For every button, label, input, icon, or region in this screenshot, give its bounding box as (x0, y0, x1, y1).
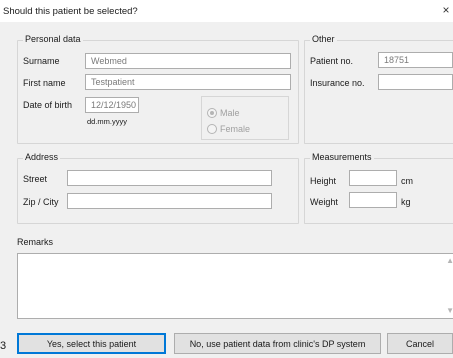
patient-no-label: Patient no. (310, 56, 354, 66)
radio-male[interactable] (207, 108, 217, 118)
close-icon[interactable]: × (441, 4, 451, 16)
scroll-up-icon[interactable]: ▲ (446, 257, 453, 265)
patient-select-dialog: Should this patient be selected? × Perso… (0, 0, 453, 358)
personal-data-title: Personal data (23, 34, 83, 44)
cancel-button[interactable]: Cancel (387, 333, 453, 354)
dob-format-hint: dd.mm.yyyy (87, 117, 128, 126)
height-unit: cm (401, 176, 413, 186)
weight-label: Weight (310, 197, 338, 207)
gender-female-label: Female (220, 124, 251, 134)
patient-no-field[interactable]: 18751 (378, 52, 453, 68)
insurance-no-field[interactable] (378, 74, 453, 90)
height-field[interactable] (349, 170, 397, 186)
radio-female[interactable] (207, 124, 217, 134)
gender-male-option[interactable]: Male (207, 108, 240, 118)
select-patient-button[interactable]: Yes, select this patient (17, 333, 166, 354)
firstname-label: First name (23, 78, 66, 88)
zip-city-field[interactable] (67, 193, 272, 209)
other-title: Other (310, 34, 337, 44)
title-bar: Should this patient be selected? × (0, 0, 453, 22)
dialog-title: Should this patient be selected? (3, 5, 138, 17)
zip-city-label: Zip / City (23, 197, 59, 207)
surname-label: Surname (23, 56, 60, 66)
surname-field[interactable]: Webmed (85, 53, 291, 69)
edge-fragment-text: 3 (0, 340, 6, 352)
gender-female-option[interactable]: Female (207, 124, 250, 134)
address-group: Address (17, 152, 299, 224)
gender-male-label: Male (220, 108, 240, 118)
weight-unit: kg (401, 197, 411, 207)
dob-field[interactable]: 12/12/1950 (85, 97, 139, 113)
address-title: Address (23, 152, 61, 162)
street-field[interactable] (67, 170, 272, 186)
remarks-label: Remarks (17, 237, 54, 247)
measurements-group: Measurements (304, 152, 453, 224)
use-clinic-data-button[interactable]: No, use patient data from clinic's DP sy… (174, 333, 381, 354)
firstname-field[interactable]: Testpatient (85, 74, 291, 90)
dob-label: Date of birth (23, 100, 73, 110)
street-label: Street (23, 174, 48, 184)
scroll-down-icon[interactable]: ▼ (446, 307, 453, 315)
measurements-title: Measurements (310, 152, 374, 162)
weight-field[interactable] (349, 192, 397, 208)
height-label: Height (310, 176, 337, 186)
remarks-textarea[interactable]: ▲ ▼ (17, 253, 453, 319)
insurance-no-label: Insurance no. (310, 78, 365, 88)
